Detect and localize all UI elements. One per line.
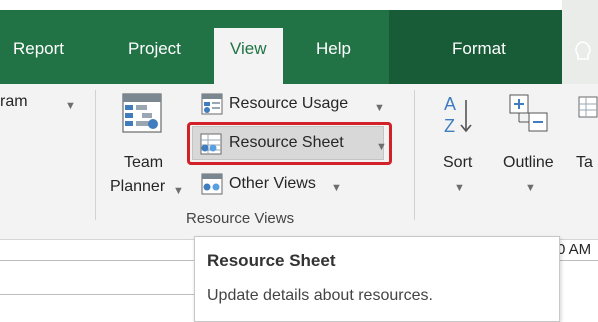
gantt-chart-label-partial: ram <box>0 93 28 110</box>
other-views-icon <box>201 173 223 195</box>
timeline-divider <box>0 294 196 295</box>
tables-label-partial: Ta <box>576 154 593 171</box>
lightbulb-icon[interactable] <box>568 36 598 66</box>
table-icon <box>578 96 598 118</box>
chevron-down-icon: ▼ <box>173 185 184 197</box>
team-planner-label-line2: Planner <box>110 178 166 195</box>
tooltip-description: Update details about resources. <box>207 287 433 304</box>
highlight-outline <box>187 122 392 165</box>
outline-label: Outline <box>503 154 554 171</box>
chevron-down-icon: ▼ <box>454 182 465 194</box>
resource-sheet-tooltip: Resource Sheet Update details about reso… <box>194 236 560 322</box>
timeline-divider <box>0 260 196 261</box>
svg-text:A: A <box>444 94 456 114</box>
svg-text:Z: Z <box>444 116 455 136</box>
tab-view[interactable]: View <box>214 28 283 84</box>
resource-usage-label: Resource Usage <box>229 95 349 112</box>
tab-format[interactable]: Format <box>452 38 506 60</box>
timeline-divider <box>558 260 598 261</box>
outline-icon <box>509 94 548 132</box>
timeline-time-label: 0 AM <box>557 241 592 258</box>
chevron-down-icon: ▼ <box>374 102 385 114</box>
team-planner-icon <box>122 93 162 133</box>
tooltip-title: Resource Sheet <box>207 251 336 270</box>
chevron-down-icon: ▼ <box>65 100 76 112</box>
tab-report[interactable]: Report <box>13 38 64 60</box>
tab-help[interactable]: Help <box>316 38 351 60</box>
sort-label: Sort <box>443 154 473 171</box>
chevron-down-icon: ▼ <box>525 182 536 194</box>
sort-az-icon: A Z <box>444 94 472 136</box>
group-separator <box>414 90 415 220</box>
chevron-down-icon: ▼ <box>331 182 342 194</box>
tab-project[interactable]: Project <box>128 38 181 60</box>
other-views-label: Other Views <box>229 175 316 192</box>
ribbon-panel: ram ▼ Team Planner ▼ Resource Usage ▼ Re… <box>0 84 598 240</box>
ribbon-tab-bar: Report Project View Help Format <box>0 0 598 84</box>
group-label-resource-views: Resource Views <box>186 210 295 227</box>
team-planner-label-line1: Team <box>124 154 164 171</box>
resource-usage-icon <box>201 93 223 115</box>
group-separator <box>95 90 96 220</box>
